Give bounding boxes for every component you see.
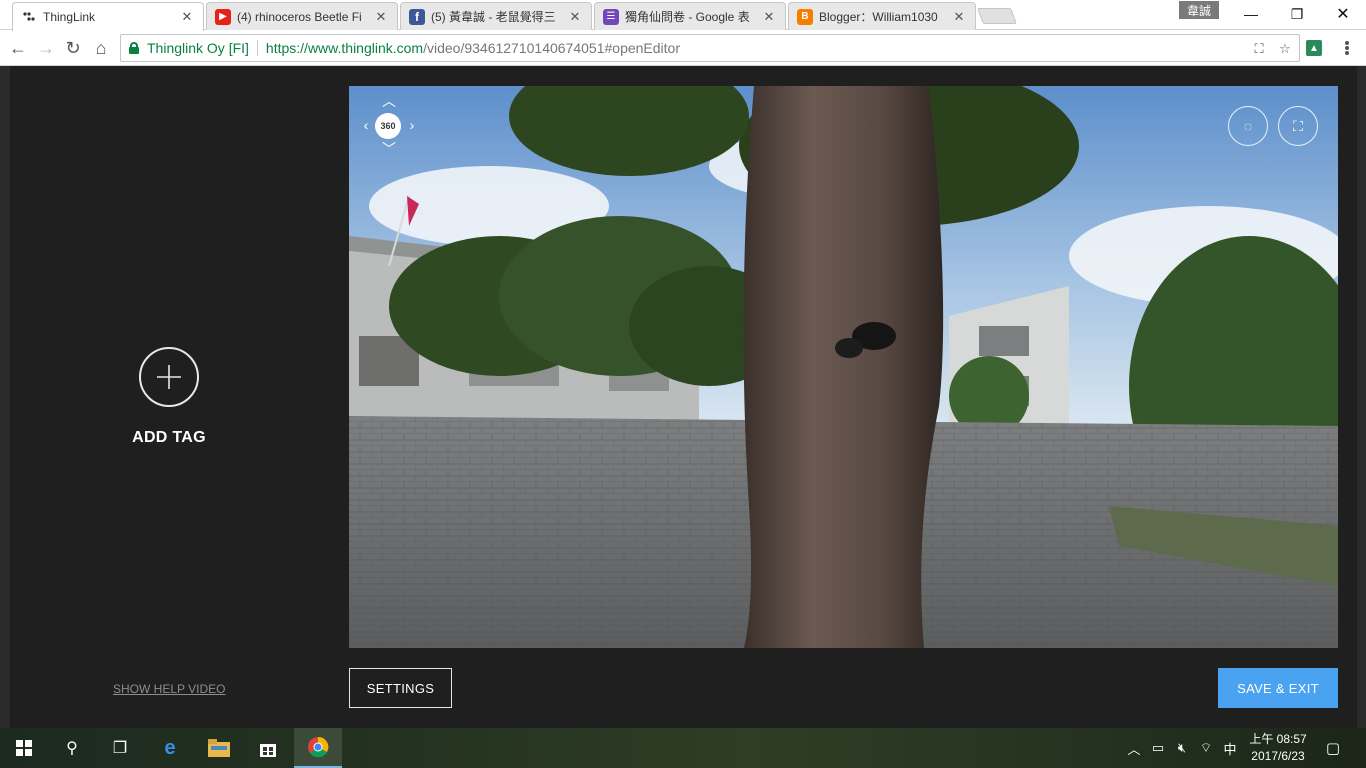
tab-title: 獨角仙問卷 - Google 表	[625, 10, 750, 24]
chevron-left-icon[interactable]: ‹	[359, 117, 373, 133]
tab-title: (5) 黃韋誠 - 老鼠覺得三	[431, 10, 556, 24]
save-and-exit-button[interactable]: SAVE & EXIT	[1218, 668, 1338, 708]
wifi-icon[interactable]: ⌔	[1196, 740, 1216, 756]
url-host: https://www.thinglink.com	[265, 40, 424, 56]
add-tag-label[interactable]: ADD TAG	[109, 429, 229, 447]
page-scrollbar[interactable]	[1357, 66, 1366, 728]
back-icon[interactable]: ←	[5, 35, 31, 61]
translate-icon[interactable]: ⛶	[1251, 41, 1267, 57]
volume-mute-icon[interactable]: 🔇︎	[1172, 740, 1192, 756]
editor-workspace: ADD TAG SHOW HELP VIDEO ︿ ‹ 360 › ﹀ ◌ ⛶ …	[10, 66, 1357, 728]
separator	[256, 40, 258, 56]
profile-badge[interactable]: 韋誠	[1179, 1, 1219, 19]
panorama-image	[349, 86, 1338, 648]
tab-thinglink[interactable]: ThingLink ✕	[12, 2, 204, 31]
tab-title: ThingLink	[43, 10, 96, 24]
lock-icon	[129, 42, 139, 54]
show-help-video-link[interactable]: SHOW HELP VIDEO	[113, 682, 233, 696]
search-icon[interactable]: ⚲	[48, 728, 96, 768]
google-forms-icon: ☰	[603, 8, 619, 25]
tab-google-forms[interactable]: ☰ 獨角仙問卷 - Google 表 ✕	[594, 2, 786, 30]
close-window-icon[interactable]: ✕	[1320, 0, 1366, 28]
tab-facebook[interactable]: f (5) 黃韋誠 - 老鼠覺得三 ✕	[400, 2, 592, 30]
edge-browser-icon[interactable]: e	[146, 728, 194, 768]
bookmark-star-icon[interactable]: ☆	[1277, 41, 1293, 57]
tab-youtube[interactable]: ▶ (4) rhinoceros Beetle Fi ✕	[206, 2, 398, 30]
settings-button[interactable]: SETTINGS	[349, 668, 452, 708]
store-icon[interactable]	[244, 728, 292, 768]
more-menu-icon[interactable]	[1340, 38, 1354, 58]
minimize-icon[interactable]: —	[1228, 0, 1274, 28]
new-tab-button[interactable]	[977, 8, 1017, 24]
youtube-icon: ▶	[215, 8, 231, 25]
windows-taskbar: ⚲ ❐ e ︿ ▭ 🔇︎ ⌔ 中 上午 08:57 2017/6/23 ▢	[0, 728, 1366, 768]
action-center-icon[interactable]: ▢	[1323, 740, 1343, 757]
chevron-right-icon[interactable]: ›	[405, 117, 419, 133]
home-icon[interactable]: ⌂	[88, 35, 114, 61]
close-icon[interactable]: ✕	[567, 9, 583, 25]
url-path: /video/934612710140674051#openEditor	[423, 40, 680, 56]
secure-label: Thinglink Oy [FI]	[147, 40, 249, 56]
clock[interactable]: 上午 08:57 2017/6/23	[1240, 731, 1316, 765]
tab-title: Blogger：William1030	[819, 10, 938, 24]
battery-icon[interactable]: ▭	[1148, 740, 1168, 756]
file-explorer-icon[interactable]	[195, 728, 243, 768]
chevron-down-icon[interactable]: ﹀	[382, 141, 396, 157]
blogger-icon: B	[797, 8, 813, 25]
reload-icon[interactable]: ↻	[60, 35, 86, 61]
browser-toolbar: ← → ↻ ⌂ Thinglink Oy [FI] https://www.th…	[0, 30, 1366, 66]
facebook-icon: f	[409, 8, 425, 25]
task-view-icon[interactable]: ❐	[96, 728, 144, 768]
close-icon[interactable]: ✕	[373, 9, 389, 25]
360-badge: 360	[375, 113, 401, 139]
extension-icon[interactable]: ▲	[1306, 40, 1322, 56]
forward-icon[interactable]: →	[33, 35, 59, 61]
tab-blogger[interactable]: B Blogger：William1030 ✕	[788, 2, 976, 30]
add-tag-button[interactable]	[139, 347, 199, 407]
chevron-up-icon[interactable]: ︿	[382, 93, 396, 109]
clock-time: 上午 08:57	[1249, 732, 1307, 746]
tab-strip: ThingLink ✕ ▶ (4) rhinoceros Beetle Fi ✕…	[0, 0, 1366, 31]
address-bar[interactable]: Thinglink Oy [FI] https://www.thinglink.…	[120, 34, 1300, 62]
chrome-icon[interactable]	[294, 728, 342, 768]
close-icon[interactable]: ✕	[951, 9, 967, 25]
360-navigator[interactable]: ︿ ‹ 360 › ﹀	[359, 93, 419, 157]
restore-icon[interactable]: ❐	[1274, 0, 1320, 28]
thinglink-icon	[21, 9, 37, 25]
fullscreen-icon[interactable]: ⛶	[1278, 106, 1318, 146]
close-icon[interactable]: ✕	[761, 9, 777, 25]
windows-start-icon[interactable]	[0, 728, 48, 768]
close-icon[interactable]: ✕	[179, 9, 195, 25]
page: ADD TAG SHOW HELP VIDEO ︿ ‹ 360 › ﹀ ◌ ⛶ …	[0, 66, 1366, 728]
chevron-up-icon[interactable]: ︿	[1124, 740, 1144, 757]
plus-icon	[157, 365, 181, 389]
vr-mode-icon[interactable]: ◌	[1228, 106, 1268, 146]
tab-title: (4) rhinoceros Beetle Fi	[237, 9, 362, 24]
panorama-viewer[interactable]: ︿ ‹ 360 › ﹀ ◌ ⛶	[349, 86, 1338, 648]
ime-indicator[interactable]: 中	[1220, 740, 1240, 757]
clock-date: 2017/6/23	[1251, 749, 1305, 763]
